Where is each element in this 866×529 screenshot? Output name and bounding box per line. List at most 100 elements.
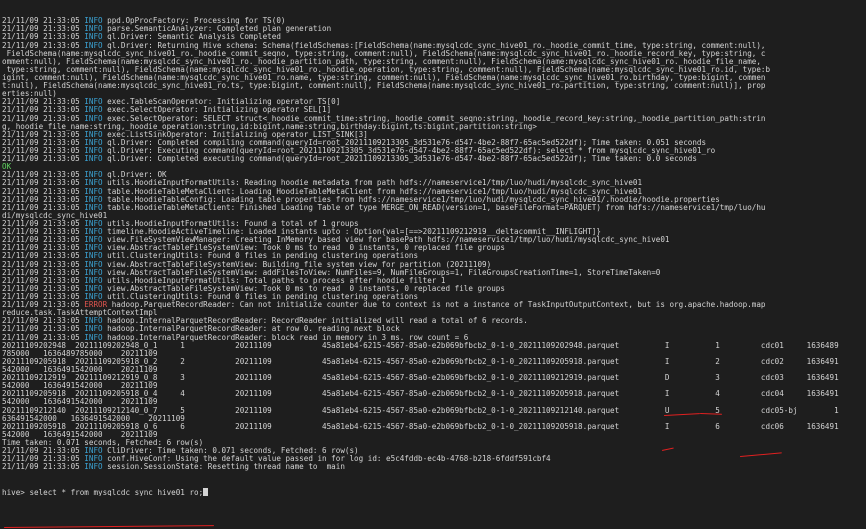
log-text: 21/11/09 21:33:05	[2, 130, 85, 139]
log-text: 21/11/09 21:33:05	[2, 447, 85, 456]
log-text: 21/11/09 21:33:05	[2, 276, 85, 285]
log-text: 542000 1636491542000 20211109	[2, 430, 158, 439]
log-level-info: INFO	[84, 244, 103, 253]
log-level-info: INFO	[84, 292, 103, 301]
log-text: 542000 1636491542000 20211109	[2, 398, 158, 407]
log-text: 21/11/09 21:33:05	[2, 301, 85, 310]
log-line: 21/11/09 21:33:05 INFO utils.HoodieInput…	[2, 179, 866, 187]
log-text: 542000 1636491542000 20211109	[2, 365, 158, 374]
log-text: 20211109205918 20211109205918_0_2 2 2021…	[2, 357, 839, 366]
log-text: type:string, comment:null), FieldSchema(…	[2, 65, 771, 74]
terminal-log: 21/11/09 21:33:05 INFO ppd.OpProcFactory…	[2, 17, 866, 471]
log-line: omment:null), FieldSchema(name:mysqlcdc_…	[2, 58, 866, 66]
log-line: type:string, comment:null), FieldSchema(…	[2, 66, 866, 74]
log-text: ql.Driver: Returning Hive schema: Schema…	[102, 41, 766, 50]
log-text: Time taken: 0.071 seconds, Fetched: 6 ro…	[2, 438, 204, 447]
log-line: Time taken: 0.071 seconds, Fetched: 6 ro…	[2, 439, 866, 447]
log-text: 21/11/09 21:33:05	[2, 171, 85, 180]
log-text: erties:null)	[2, 90, 57, 99]
annotation-underline-command	[3, 525, 214, 529]
log-level-info: INFO	[84, 219, 103, 228]
log-line: reduce.task.TaskAttemptContextImpl	[2, 309, 866, 317]
log-line: 636491542000 1636491542000 20211109	[2, 415, 866, 423]
log-text: CliDriver: Time taken: 0.071 seconds, Fe…	[102, 447, 359, 456]
log-text: exec.ListSinkOperator: Initializing oper…	[102, 130, 368, 139]
log-text: 636491542000 1636491542000 20211109	[2, 414, 185, 423]
log-text: view.AbstractTableFileSystemView: addFil…	[102, 268, 661, 277]
log-level-info: INFO	[84, 317, 103, 326]
log-line: 785000 1636489785000 20211109	[2, 350, 866, 358]
log-text: 21/11/09 21:33:05	[2, 195, 85, 204]
log-line: 542000 1636491542000 20211109	[2, 382, 866, 390]
log-text: 21/11/09 21:33:05	[2, 284, 85, 293]
log-level-info: INFO	[84, 25, 103, 34]
log-text: utils.HoodieInputFormatUtils: Reading ho…	[102, 179, 643, 188]
log-line: 21/11/09 21:33:05 INFO ql.Driver: Comple…	[2, 155, 866, 163]
log-text: 21/11/09 21:33:05	[2, 268, 85, 277]
log-text: 21/11/09 21:33:05	[2, 219, 85, 228]
log-line: 542000 1636491542000 20211109	[2, 431, 866, 439]
log-text: 20211109212919 20211109212919_0_8 3 2021…	[2, 374, 839, 383]
log-level-error: ERROR	[84, 301, 108, 310]
log-text: 21/11/09 21:33:05	[2, 317, 85, 326]
log-line: igint, comment:null), FieldSchema(name:m…	[2, 74, 866, 82]
log-text: hadoop.InternalParquetRecordReader: Reco…	[102, 317, 528, 326]
log-text: 21/11/09 21:33:05	[2, 333, 85, 342]
log-line: 21/11/09 21:33:05 INFO exec.SelectOperat…	[2, 115, 866, 123]
log-line: 21/11/09 21:33:05 ERROR hadoop.ParquetRe…	[2, 301, 866, 309]
log-text: hadoop.InternalParquetRecordReader: bloc…	[102, 333, 469, 342]
log-text: 20211109202948 20211109202948_0_1 1 2021…	[2, 341, 839, 350]
log-text: ppd.OpProcFactory: Processing for TS(0)	[102, 17, 286, 26]
log-text: view.AbstractTableFileSystemView: Buildi…	[102, 260, 492, 269]
log-line: 20211109202948 20211109202948_0_1 1 2021…	[2, 342, 866, 350]
log-level-info: INFO	[84, 325, 103, 334]
log-text: g,_hoodie_file_name:string,_hoodie_opera…	[2, 122, 537, 131]
log-line: 21/11/09 21:33:05 INFO exec.TableScanOpe…	[2, 98, 866, 106]
log-level-info: INFO	[84, 41, 103, 50]
command-line[interactable]: hive> select * from mysqlcdc_sync_hive01…	[2, 487, 866, 496]
log-line: 20211109205918 20211109205918_0_2 2 2021…	[2, 358, 866, 366]
log-line: 21/11/09 21:33:05 INFO view.AbstractTabl…	[2, 244, 866, 252]
log-line: 21/11/09 21:33:05 INFO hadoop.InternalPa…	[2, 317, 866, 325]
log-text: exec.TableScanOperator: Initializing ope…	[102, 98, 341, 107]
log-text: 21/11/09 21:33:05	[2, 236, 85, 245]
log-level-info: INFO	[84, 268, 103, 277]
text-cursor	[203, 487, 209, 496]
log-text: view.AbstractTableFileSystemView: Took 0…	[102, 284, 505, 293]
query-command: select * from mysqlcdc_sync_hive01_ro;	[29, 487, 204, 496]
log-text: ql.Driver: Completed executing command(q…	[102, 155, 697, 164]
log-text: exec.SelectOperator: Initializing operat…	[102, 106, 332, 115]
log-text: util.ClusteringUtils: Found 0 files in p…	[102, 292, 419, 301]
log-level-info: INFO	[84, 252, 103, 261]
log-text: 21/11/09 21:33:05	[2, 155, 85, 164]
log-text: 21/11/09 21:33:05	[2, 41, 85, 50]
log-line: 21/11/09 21:33:05 INFO utils.HoodieInput…	[2, 277, 866, 285]
log-text: 21/11/09 21:33:05	[2, 98, 85, 107]
log-line: 21/11/09 21:33:05 INFO view.AbstractTabl…	[2, 269, 866, 277]
log-text: 21/11/09 21:33:05	[2, 187, 85, 196]
log-level-info: INFO	[84, 228, 103, 237]
log-text: 21/11/09 21:33:05	[2, 244, 85, 253]
log-level-info: INFO	[84, 155, 103, 164]
log-line: 21/11/09 21:33:05 INFO ql.Driver: Execut…	[2, 147, 866, 155]
log-text: utils.HoodieInputFormatUtils: Total path…	[102, 276, 446, 285]
log-level-info: INFO	[84, 284, 103, 293]
log-line: di/mysqlcdc_sync_hive01	[2, 212, 866, 220]
log-line: 21/11/09 21:33:05 INFO table.HoodieTable…	[2, 196, 866, 204]
log-line: 21/11/09 21:33:05 INFO hadoop.InternalPa…	[2, 334, 866, 342]
log-text: 21/11/09 21:33:05	[2, 17, 85, 26]
log-text: 542000 1636491542000 20211109	[2, 382, 158, 391]
log-line: 21/11/09 21:33:05 INFO utils.HoodieInput…	[2, 220, 866, 228]
log-text: 21/11/09 21:33:05	[2, 179, 85, 188]
log-level-info: INFO	[84, 106, 103, 115]
terminal-window[interactable]: 21/11/09 21:33:05 INFO ppd.OpProcFactory…	[0, 0, 866, 529]
log-level-info: INFO	[84, 179, 103, 188]
log-line: 21/11/09 21:33:05 INFO table.HoodieTable…	[2, 204, 866, 212]
log-level-info: INFO	[84, 130, 103, 139]
log-line: 21/11/09 21:33:05 INFO session.SessionSt…	[2, 463, 866, 471]
log-level-info: INFO	[84, 260, 103, 269]
log-line: 20211109212140 20211109212140_0_7 5 2021…	[2, 407, 866, 415]
log-text: 20211109205918 20211109205918_0_4 4 2021…	[2, 390, 839, 399]
log-text: table.HoodieTableMetaClient: Loading Hoo…	[102, 187, 643, 196]
log-text: hadoop.InternalParquetRecordReader: at r…	[102, 325, 400, 334]
